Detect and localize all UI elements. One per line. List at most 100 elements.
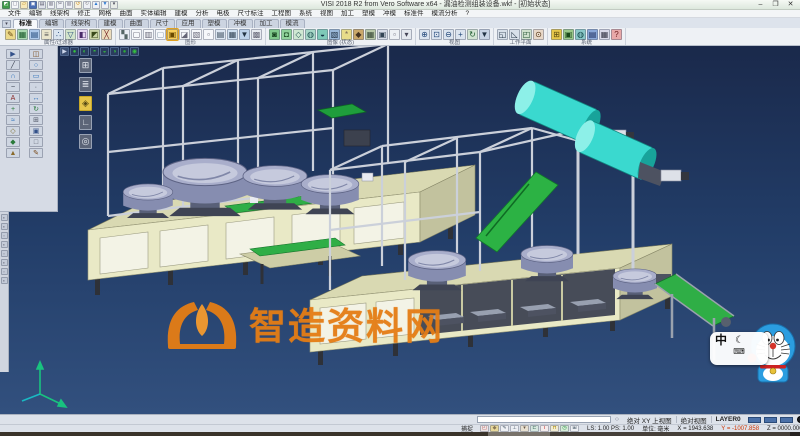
menu-item-8[interactable]: 分析 [192, 10, 213, 18]
menu-item-11[interactable]: 工程图 [268, 10, 296, 18]
menu-item-5[interactable]: 曲面 [116, 10, 137, 18]
color-swatch-1[interactable] [748, 417, 761, 423]
right-sphere-icon[interactable]: ◑ [110, 47, 119, 56]
workplane-face-icon[interactable]: ◰ [521, 29, 532, 40]
wireframe-icon[interactable]: ▫ [203, 29, 214, 40]
solid-icon[interactable]: ◆ [6, 137, 20, 147]
new-file-icon[interactable]: ▢ [11, 1, 19, 9]
color-swatch-2[interactable] [764, 417, 777, 423]
menu-item-14[interactable]: 加工 [337, 10, 358, 18]
redraw-icon[interactable]: ▚ [119, 29, 130, 40]
highlight-icon[interactable]: H [550, 425, 559, 432]
zoom-sphere-icon[interactable]: ● [120, 47, 129, 56]
render-reset-icon[interactable]: ▫ [389, 29, 400, 40]
strip-icon-1[interactable]: ▪ [1, 214, 8, 221]
text-icon[interactable]: A [6, 93, 20, 103]
ime-keyboard-icon[interactable]: ⌨ [715, 347, 763, 356]
copy-icon[interactable]: ▥ [65, 1, 73, 9]
snap-grid-icon[interactable]: ⊞ [79, 58, 92, 73]
line-style-icon[interactable]: ≡ [41, 29, 52, 40]
color-swatch-3[interactable] [780, 417, 793, 423]
save-file-icon[interactable]: ▣ [29, 1, 37, 9]
tab-2[interactable]: 线架构 [65, 19, 97, 28]
qa-dropdown-icon[interactable]: ▾ [110, 1, 118, 9]
workplane-reset-icon[interactable]: ⊙ [533, 29, 544, 40]
render-material-icon[interactable]: ◆ [353, 29, 364, 40]
text-red-icon[interactable]: T [540, 425, 549, 432]
view-save-icon[interactable]: ▼ [239, 29, 250, 40]
menu-item-0[interactable]: 文件 [4, 10, 25, 18]
workplane-3pt-icon[interactable]: ◺ [509, 29, 520, 40]
filter-face-icon[interactable]: ◧ [77, 29, 88, 40]
snap-active-icon[interactable]: ◈ [79, 96, 92, 111]
strip-icon-2[interactable]: ▪ [1, 223, 8, 230]
view-mode-label[interactable]: 绝对 XY 上视图 [623, 415, 676, 425]
strip-icon-3[interactable]: ▫ [1, 232, 8, 239]
edit-attr-icon[interactable]: ✎ [500, 425, 509, 432]
line-icon[interactable]: ╱ [6, 60, 20, 70]
menu-item-12[interactable]: 系统 [295, 10, 316, 18]
menu-item-16[interactable]: 冲模 [379, 10, 400, 18]
menu-item-6[interactable]: 实体编辑 [137, 10, 171, 18]
sel-filter-icon[interactable]: ◰ [480, 425, 489, 432]
menu-item-10[interactable]: 尺寸标注 [234, 10, 268, 18]
circle-icon[interactable]: ○ [29, 60, 43, 70]
filter-all-icon[interactable]: ▽ [65, 29, 76, 40]
half-shade-icon[interactable]: ◪ [179, 29, 190, 40]
close-button[interactable]: ✕ [783, 0, 798, 9]
tab-10[interactable]: 模流 [280, 19, 305, 28]
sketch-icon[interactable]: ✎ [29, 148, 43, 158]
viewport-canvas[interactable]: ▶◫╱○∩▭~∙A↔+↻≈⊞◇▣◆□▲✎ ▪▪▫▪▫▪▫▪ ▶●◐◓◒◑●◉ ⊞… [0, 46, 800, 414]
front-sphere-icon[interactable]: ◒ [100, 47, 109, 56]
point-style-icon[interactable]: ∴ [53, 29, 64, 40]
strip-icon-7[interactable]: ▫ [1, 268, 8, 275]
zoom-prev-icon[interactable]: ⊖ [443, 29, 454, 40]
menu-item-1[interactable]: 编辑 [25, 10, 46, 18]
profile-icon[interactable]: ▣ [563, 29, 574, 40]
dynamic-sphere-icon[interactable]: ◉ [130, 47, 139, 56]
render-light-icon[interactable]: * [341, 29, 352, 40]
tab-1[interactable]: 编辑 [39, 19, 64, 28]
ime-language-button[interactable]: 中 [715, 334, 727, 347]
strip-icon-8[interactable]: ▪ [1, 277, 8, 284]
view-multi-icon[interactable]: ▥ [143, 29, 154, 40]
app-logo-icon[interactable]: ◩ [2, 1, 10, 9]
shade-off-icon[interactable]: ▢ [155, 29, 166, 40]
move-icon[interactable]: + [6, 104, 20, 114]
render-reflect-icon[interactable]: ◒ [317, 29, 328, 40]
menu-item-19[interactable]: ? [462, 10, 474, 18]
zoom-window-icon[interactable]: ⊡ [431, 29, 442, 40]
views-tile-icon[interactable]: ▦ [227, 29, 238, 40]
menu-item-3[interactable]: 修正 [74, 10, 95, 18]
point-icon[interactable]: ∙ [29, 82, 43, 92]
shell-icon[interactable]: □ [29, 137, 43, 147]
strip-icon-5[interactable]: ▫ [1, 250, 8, 257]
redo-icon[interactable]: ↻ [83, 1, 91, 9]
minimize-button[interactable]: – [753, 0, 768, 9]
database-icon[interactable]: ▤ [587, 29, 598, 40]
select-arrow-icon[interactable]: ▶ [60, 47, 69, 56]
render-background-icon[interactable]: ▧ [329, 29, 340, 40]
view-delete-icon[interactable]: ▩ [251, 29, 262, 40]
render-more-icon[interactable]: ▾ [401, 29, 412, 40]
tab-4[interactable]: 曲面 [124, 19, 149, 28]
view-ref-label[interactable]: 绝对视图 [677, 415, 711, 425]
rotate-icon[interactable]: ↻ [29, 104, 43, 114]
grid-toggle-icon[interactable]: ⊞ [570, 425, 579, 432]
iso-sphere-icon[interactable]: ● [70, 47, 79, 56]
rectangle-icon[interactable]: ▭ [29, 71, 43, 81]
print-icon[interactable]: ▤ [38, 1, 46, 9]
render-transparent-icon[interactable]: ◍ [305, 29, 316, 40]
print-preview-icon[interactable]: ▥ [47, 1, 55, 9]
settings-icon[interactable]: ⊞ [551, 29, 562, 40]
zoom-all-icon[interactable]: ⊕ [419, 29, 430, 40]
mirror-icon[interactable]: ≈ [6, 115, 20, 125]
tab-3[interactable]: 建模 [98, 19, 123, 28]
erase-icon[interactable]: ◫ [29, 49, 43, 59]
snap-label[interactable]: 捕捉 [457, 424, 477, 432]
cut-icon[interactable]: ✂ [56, 1, 64, 9]
pointer-icon[interactable]: ▶ [6, 49, 20, 59]
tab-9[interactable]: 加工 [254, 19, 279, 28]
tab-6[interactable]: 应用 [176, 19, 201, 28]
color-filter-icon[interactable]: ▦ [17, 29, 28, 40]
